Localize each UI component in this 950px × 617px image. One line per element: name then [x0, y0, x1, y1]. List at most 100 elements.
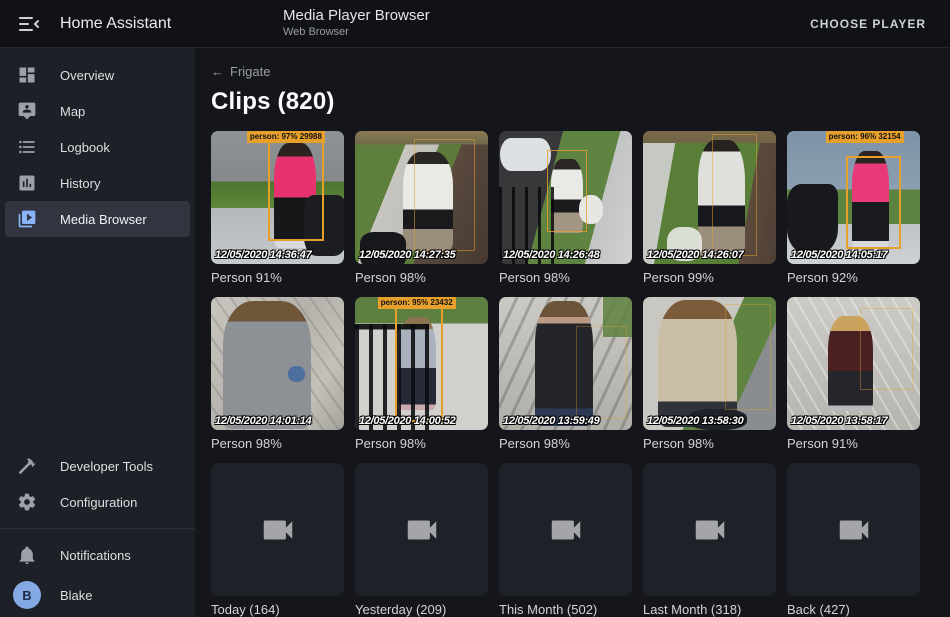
folder-item-today[interactable]: Today (164): [211, 463, 344, 617]
clip-item[interactable]: 12/05/2020 14:26:48 Person 98%: [499, 131, 632, 285]
sidebar-item-label: Notifications: [60, 548, 131, 563]
clip-caption: Person 98%: [355, 270, 488, 285]
clip-item[interactable]: 12/05/2020 14:27:35 Person 98%: [355, 131, 488, 285]
clip-thumbnail: 12/05/2020 14:26:48: [499, 131, 632, 264]
clip-caption: Person 92%: [787, 270, 920, 285]
folder-label: Yesterday (209): [355, 602, 488, 617]
sidebar-item-label: Media Browser: [60, 212, 147, 227]
clips-grid: person: 97% 29988 12/05/2020 14:36:47 Pe…: [195, 116, 950, 617]
clip-timestamp: 12/05/2020 14:00:52: [359, 415, 455, 427]
clip-caption: Person 99%: [643, 270, 776, 285]
sidebar-item-media-browser[interactable]: Media Browser: [5, 201, 190, 237]
video-camera-icon: [691, 511, 729, 549]
clip-timestamp: 12/05/2020 14:26:48: [503, 249, 599, 261]
folder-thumbnail: [211, 463, 344, 596]
sidebar-toggle-icon[interactable]: [17, 12, 41, 36]
page-header: Media Player Browser Web Browser: [283, 7, 430, 40]
sidebar-item-developer-tools[interactable]: Developer Tools: [5, 448, 190, 484]
clip-timestamp: 12/05/2020 13:58:17: [791, 415, 887, 427]
detection-bbox: [846, 156, 902, 249]
sidebar-item-overview[interactable]: Overview: [5, 57, 190, 93]
page-title-clips: Clips (820): [211, 88, 934, 116]
back-arrow-icon: ←: [211, 64, 224, 79]
folder-item-this-month[interactable]: This Month (502): [499, 463, 632, 617]
clip-timestamp: 12/05/2020 14:05:17: [791, 249, 887, 261]
folder-label: Back (427): [787, 602, 920, 617]
sidebar-item-label: History: [60, 176, 100, 191]
clip-item[interactable]: 12/05/2020 14:26:07 Person 99%: [643, 131, 776, 285]
clip-item[interactable]: person: 95% 23432 12/05/2020 14:00:52 Pe…: [355, 297, 488, 451]
clip-thumbnail: 12/05/2020 13:59:49: [499, 297, 632, 430]
view-dashboard-icon: [17, 65, 37, 85]
clip-caption: Person 98%: [643, 436, 776, 451]
detection-bbox: [712, 134, 757, 256]
clip-thumbnail: person: 97% 29988 12/05/2020 14:36:47: [211, 131, 344, 264]
clip-item[interactable]: person: 96% 32154 12/05/2020 14:05:17 Pe…: [787, 131, 920, 285]
folder-thumbnail: [355, 463, 488, 596]
breadcrumb-back[interactable]: ← Frigate: [211, 64, 270, 79]
sidebar-item-map[interactable]: Map: [5, 93, 190, 129]
play-box-multiple-icon: [17, 209, 37, 229]
sidebar-item-logbook[interactable]: Logbook: [5, 129, 190, 165]
clip-item[interactable]: 12/05/2020 13:59:49 Person 98%: [499, 297, 632, 451]
clip-item[interactable]: person: 97% 29988 12/05/2020 14:36:47 Pe…: [211, 131, 344, 285]
folder-label: This Month (502): [499, 602, 632, 617]
bell-icon: [17, 545, 37, 565]
hammer-icon: [17, 456, 37, 476]
app-bar-left: Home Assistant: [0, 12, 195, 36]
detection-bbox: [860, 308, 913, 390]
sidebar-item-history[interactable]: History: [5, 165, 190, 201]
clip-timestamp: 12/05/2020 14:26:07: [647, 249, 743, 261]
video-camera-icon: [403, 511, 441, 549]
clip-caption: Person 98%: [499, 270, 632, 285]
sidebar-item-label: Logbook: [60, 140, 110, 155]
sidebar-item-label: Overview: [60, 68, 114, 83]
detection-bbox: [395, 306, 443, 422]
sidebar-divider: [0, 528, 195, 529]
detection-bbox: [547, 150, 587, 232]
detection-bbox: [268, 135, 324, 241]
page-title: Media Player Browser: [283, 7, 430, 26]
clip-thumbnail: 12/05/2020 14:27:35: [355, 131, 488, 264]
chart-box-icon: [17, 173, 37, 193]
sidebar-item-label: Configuration: [60, 495, 137, 510]
sidebar-item-configuration[interactable]: Configuration: [5, 484, 190, 520]
folder-item-last-month[interactable]: Last Month (318): [643, 463, 776, 617]
app-title: Home Assistant: [60, 15, 171, 33]
clip-item[interactable]: 12/05/2020 14:01:14 Person 98%: [211, 297, 344, 451]
video-camera-icon: [835, 511, 873, 549]
choose-player-button[interactable]: CHOOSE PLAYER: [802, 9, 934, 39]
app-bar: Home Assistant Media Player Browser Web …: [0, 0, 950, 48]
folder-thumbnail: [499, 463, 632, 596]
clip-thumbnail: person: 95% 23432 12/05/2020 14:00:52: [355, 297, 488, 430]
clip-thumbnail: 12/05/2020 14:01:14: [211, 297, 344, 430]
sidebar: Overview Map Logbook History Media Brows…: [0, 48, 195, 617]
detection-bbox: [576, 326, 627, 419]
sidebar-item-label: Map: [60, 104, 85, 119]
sidebar-item-notifications[interactable]: Notifications: [5, 537, 190, 573]
folder-item-back[interactable]: Back (427): [787, 463, 920, 617]
clip-timestamp: 12/05/2020 14:36:47: [215, 249, 311, 261]
clip-item[interactable]: 12/05/2020 13:58:17 Person 91%: [787, 297, 920, 451]
clip-item[interactable]: 12/05/2020 13:58:30 Person 98%: [643, 297, 776, 451]
breadcrumb-label: Frigate: [230, 64, 270, 79]
folder-thumbnail: [787, 463, 920, 596]
video-camera-icon: [547, 511, 585, 549]
page-subtitle: Web Browser: [283, 26, 430, 40]
clip-thumbnail: 12/05/2020 13:58:30: [643, 297, 776, 430]
clip-timestamp: 12/05/2020 14:27:35: [359, 249, 455, 261]
folder-item-yesterday[interactable]: Yesterday (209): [355, 463, 488, 617]
map-tooltip-account-icon: [17, 101, 37, 121]
clip-caption: Person 98%: [355, 436, 488, 451]
folder-thumbnail: [643, 463, 776, 596]
list-bulleted-icon: [17, 137, 37, 157]
clip-thumbnail: 12/05/2020 14:26:07: [643, 131, 776, 264]
clip-timestamp: 12/05/2020 13:58:30: [647, 415, 743, 427]
sidebar-item-label: Developer Tools: [60, 459, 153, 474]
clip-caption: Person 98%: [211, 436, 344, 451]
clip-timestamp: 12/05/2020 13:59:49: [503, 415, 599, 427]
sidebar-item-user[interactable]: B Blake: [5, 573, 190, 617]
detection-bbox: [414, 139, 475, 251]
clip-caption: Person 91%: [211, 270, 344, 285]
detection-label: person: 97% 29988: [247, 131, 325, 143]
